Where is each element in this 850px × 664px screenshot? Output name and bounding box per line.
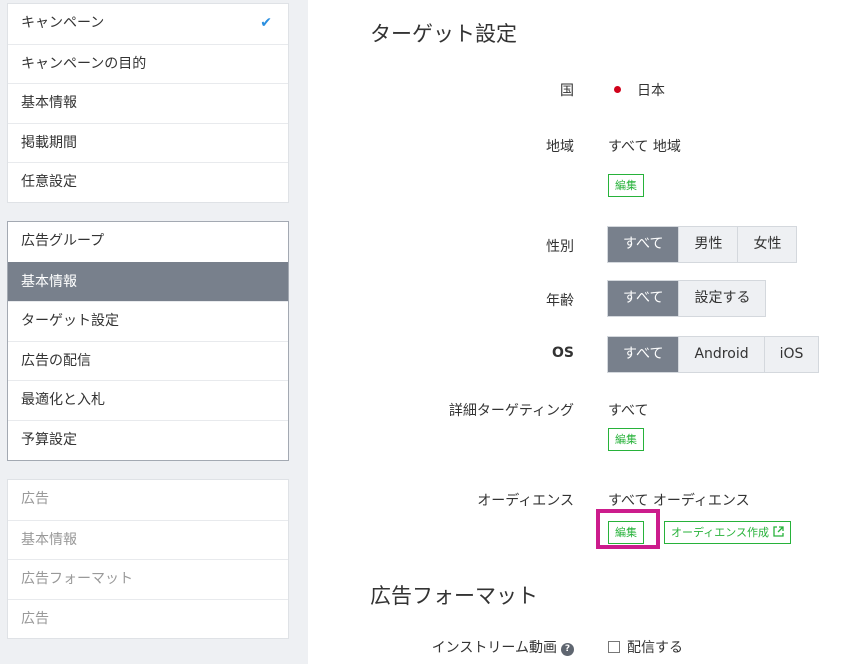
sidebar-item-label: 任意設定 xyxy=(21,174,77,191)
sidebar-item-campaign-basic-info[interactable]: 基本情報 xyxy=(8,83,288,123)
instream-video-option[interactable]: 配信する xyxy=(608,637,683,657)
sidebar-item-label: 掲載期間 xyxy=(21,134,77,151)
region-edit-button[interactable]: 編集 xyxy=(608,174,644,197)
age-label: 年齢 xyxy=(546,293,574,309)
sidebar-item-label: 基本情報 xyxy=(21,95,77,112)
deliver-checkbox[interactable] xyxy=(608,641,620,653)
country-label: 国 xyxy=(560,83,574,99)
sidebar-item-adgroup-basic-info[interactable]: 基本情報 xyxy=(8,261,288,302)
ad-nav-group: 広告 基本情報 広告フォーマット 広告 xyxy=(7,479,289,640)
sidebar-item-label: 広告 xyxy=(21,491,49,507)
sidebar-item-label: 最適化と入札 xyxy=(21,392,105,409)
sidebar-item-ad-group[interactable]: 広告グループ xyxy=(8,222,288,262)
sidebar: キャンペーン ✔ キャンペーンの目的 基本情報 掲載期間 任意設定 広告グループ… xyxy=(0,0,308,664)
target-settings-title: ターゲット設定 xyxy=(370,22,517,46)
main-content: ターゲット設定 国 日本 地域 すべて 地域 編集 性別 すべて 男性 女性 年… xyxy=(308,0,850,664)
region-value: すべて 地域 xyxy=(608,139,681,155)
detailed-targeting-edit-button[interactable]: 編集 xyxy=(608,428,644,451)
gender-option-all[interactable]: すべて xyxy=(608,227,679,262)
os-option-ios[interactable]: iOS xyxy=(763,337,819,372)
gender-option-female[interactable]: 女性 xyxy=(737,227,797,262)
create-audience-label: オーディエンス作成 xyxy=(671,526,770,539)
ad-group-nav-group: 広告グループ 基本情報 ターゲット設定 広告の配信 最適化と入札 予算設定 xyxy=(7,221,289,461)
sidebar-item-budget[interactable]: 予算設定 xyxy=(8,419,288,460)
sidebar-item-ad-delivery[interactable]: 広告の配信 xyxy=(8,340,288,381)
sidebar-item-label: キャンペーン xyxy=(21,15,105,31)
sidebar-item-label: 広告グループ xyxy=(21,233,105,249)
sidebar-item-ad-format[interactable]: 広告フォーマット xyxy=(8,559,288,599)
sidebar-item-ad-basic-info[interactable]: 基本情報 xyxy=(8,519,288,560)
age-segmented-control: すべて 設定する xyxy=(607,280,767,317)
instream-video-label: インストリーム動画? xyxy=(432,637,574,657)
sidebar-item-target-settings[interactable]: ターゲット設定 xyxy=(8,301,288,341)
os-label: OS xyxy=(552,345,574,361)
detailed-targeting-label: 詳細ターゲティング xyxy=(448,403,574,419)
gender-option-male[interactable]: 男性 xyxy=(678,227,738,262)
sidebar-item-label: 広告フォーマット xyxy=(21,571,133,588)
audience-value: すべて オーディエンス xyxy=(608,493,750,509)
country-name: 日本 xyxy=(637,83,665,99)
deliver-checkbox-label: 配信する xyxy=(627,640,683,656)
os-segmented-control: すべて Android iOS xyxy=(607,336,820,373)
help-icon[interactable]: ? xyxy=(561,643,574,656)
gender-segmented-control: すべて 男性 女性 xyxy=(607,226,798,263)
age-option-custom[interactable]: 設定する xyxy=(678,281,766,316)
ad-format-title: 広告フォーマット xyxy=(370,584,538,608)
gender-label: 性別 xyxy=(546,239,574,255)
sidebar-item-label: 広告 xyxy=(21,610,49,627)
region-label: 地域 xyxy=(546,139,574,155)
sidebar-item-ad[interactable]: 広告 xyxy=(8,480,288,520)
sidebar-item-campaign[interactable]: キャンペーン ✔ xyxy=(8,4,288,44)
create-audience-button[interactable]: オーディエンス作成 xyxy=(664,521,791,544)
sidebar-item-label: 広告の配信 xyxy=(21,352,91,369)
os-option-android[interactable]: Android xyxy=(678,337,764,372)
os-option-all[interactable]: すべて xyxy=(608,337,679,372)
audience-label: オーディエンス xyxy=(477,493,574,509)
campaign-nav-group: キャンペーン ✔ キャンペーンの目的 基本情報 掲載期間 任意設定 xyxy=(7,3,289,203)
checkmark-icon: ✔ xyxy=(260,15,272,31)
instream-video-label-text: インストリーム動画 xyxy=(431,640,557,656)
sidebar-item-label: キャンペーンの目的 xyxy=(21,55,147,72)
sidebar-item-label: ターゲット設定 xyxy=(21,313,119,330)
sidebar-item-ad-creative[interactable]: 広告 xyxy=(8,598,288,639)
sidebar-item-label: 基本情報 xyxy=(21,531,77,548)
detailed-targeting-value: すべて xyxy=(608,403,649,419)
sidebar-item-label: 基本情報 xyxy=(21,273,77,290)
sidebar-item-label: 予算設定 xyxy=(21,431,77,448)
sidebar-item-campaign-period[interactable]: 掲載期間 xyxy=(8,122,288,163)
external-link-icon xyxy=(772,526,784,539)
country-value: 日本 xyxy=(608,80,665,100)
japan-flag-dot-icon xyxy=(614,86,621,93)
sidebar-item-optimization-bidding[interactable]: 最適化と入札 xyxy=(8,380,288,420)
sidebar-item-campaign-optional[interactable]: 任意設定 xyxy=(8,162,288,202)
sidebar-item-campaign-objective[interactable]: キャンペーンの目的 xyxy=(8,43,288,84)
audience-edit-highlight-box xyxy=(596,509,660,549)
age-option-all[interactable]: すべて xyxy=(608,281,679,316)
